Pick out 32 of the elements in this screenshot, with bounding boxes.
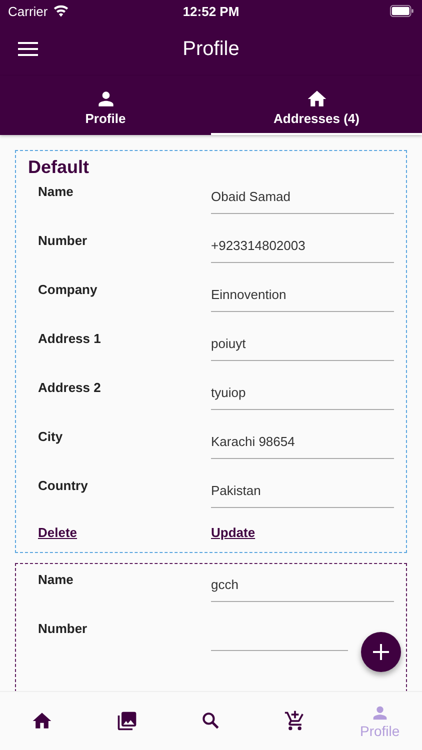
tab[interactable]: Addresses (4): [211, 76, 422, 135]
field-label: Number: [38, 620, 88, 638]
action-link[interactable]: Delete: [38, 525, 211, 540]
field-label: City: [38, 428, 64, 446]
field-label: Name: [38, 183, 74, 201]
tab[interactable]: Profile: [0, 76, 211, 135]
text-field[interactable]: Pakistan: [211, 476, 394, 508]
add-button[interactable]: [361, 632, 401, 672]
text-field[interactable]: Obaid Samad: [211, 182, 394, 214]
battery-icon: [390, 5, 414, 17]
field-label: Company: [38, 281, 98, 299]
text-field[interactable]: +923314802003: [211, 231, 394, 263]
photos-icon: [116, 710, 138, 732]
text-field[interactable]: Karachi 98654: [211, 427, 394, 459]
status-time: 12:52 PM: [182, 4, 240, 18]
screen-title: Profile: [182, 38, 240, 60]
field-label: Address 2: [38, 379, 102, 397]
text-field[interactable]: gcch: [211, 570, 394, 602]
text-field[interactable]: tyuiop: [211, 378, 394, 410]
wifi-icon: [52, 5, 69, 17]
action-link[interactable]: Update: [211, 525, 384, 540]
field-label: Country: [38, 477, 89, 495]
field-label: Name: [38, 571, 74, 589]
text-field[interactable]: Einnovention: [211, 280, 394, 312]
field-label: Number: [38, 232, 88, 250]
field-label: Address 1: [38, 330, 102, 348]
carrier-label: Carrier: [8, 4, 48, 18]
plus-icon: [373, 644, 389, 660]
add-to-cart-icon: [284, 710, 306, 732]
menu-icon: [18, 42, 38, 56]
card-title: Default: [28, 157, 90, 178]
text-field[interactable]: poiuyt: [211, 329, 394, 361]
